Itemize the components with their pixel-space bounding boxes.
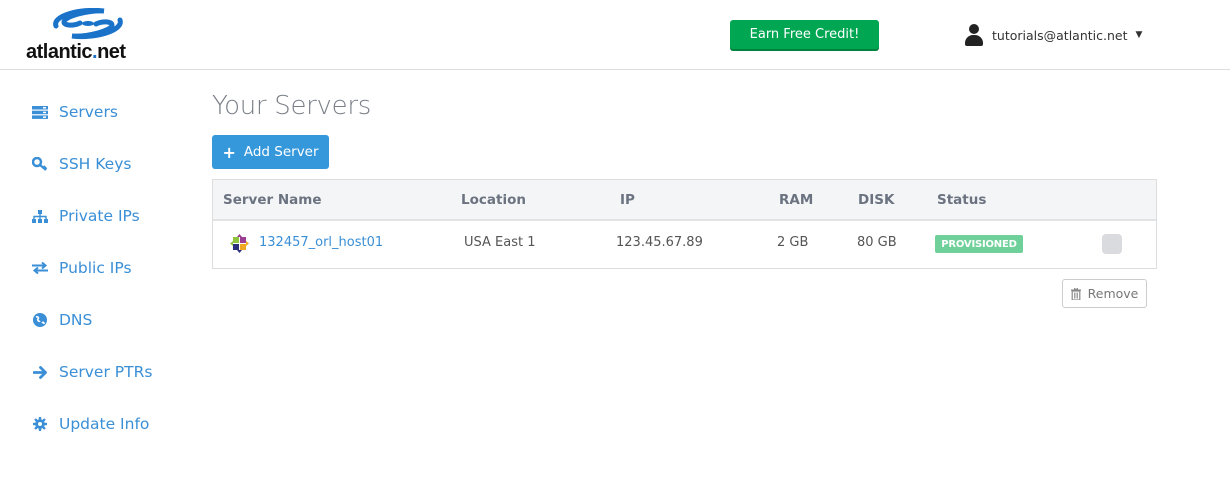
servers-icon: [30, 105, 50, 119]
sidebar-label: Public IPs: [59, 259, 132, 277]
page-title: Your Servers: [212, 91, 371, 121]
globe-icon: [30, 313, 50, 327]
atlantic-net-logo[interactable]: atlantic.net: [26, 8, 151, 64]
server-disk: 80 GB: [857, 235, 897, 250]
column-header-disk[interactable]: DISK: [858, 192, 894, 208]
column-header-server-name[interactable]: Server Name: [223, 192, 321, 208]
logo-text-main: atlantic: [26, 41, 93, 63]
remove-button[interactable]: Remove: [1062, 279, 1147, 308]
status-badge: PROVISIONED: [935, 235, 1023, 253]
sidebar-item-ssh-keys[interactable]: SSH Keys: [30, 138, 190, 190]
server-location: USA East 1: [464, 235, 536, 250]
sidebar-label: Servers: [59, 103, 118, 121]
user-email: tutorials@atlantic.net: [992, 27, 1128, 43]
sidebar-label: Private IPs: [59, 207, 140, 225]
server-name-link[interactable]: 132457_orl_host01: [259, 235, 383, 250]
column-header-status[interactable]: Status: [937, 192, 986, 208]
row-select-checkbox[interactable]: [1102, 234, 1122, 254]
column-header-ram[interactable]: RAM: [779, 192, 813, 208]
column-header-location[interactable]: Location: [461, 192, 526, 208]
sidebar-item-update-info[interactable]: Update Info: [30, 398, 190, 450]
user-icon: [964, 24, 984, 46]
logo-swirl-icon: [53, 8, 123, 40]
exchange-icon: [30, 262, 50, 274]
remove-label: Remove: [1087, 286, 1139, 301]
caret-down-icon: ▼: [1135, 30, 1143, 40]
add-server-label: Add Server: [243, 144, 319, 160]
earn-free-credit-button[interactable]: Earn Free Credit!: [730, 20, 879, 49]
logo-text-tail: net: [97, 41, 126, 63]
server-ip: 123.45.67.89: [616, 235, 703, 250]
servers-table: Server Name Location IP RAM DISK Status …: [212, 179, 1157, 269]
sidebar-item-public-ips[interactable]: Public IPs: [30, 242, 190, 294]
arrow-right-icon: [30, 365, 50, 379]
sidebar-label: Server PTRs: [59, 363, 153, 381]
plus-icon: +: [222, 142, 236, 162]
sidebar-item-private-ips[interactable]: Private IPs: [30, 190, 190, 242]
logo-text: atlantic.net: [26, 41, 126, 64]
sitemap-icon: [30, 209, 50, 223]
key-icon: [30, 157, 50, 171]
table-row: 132457_orl_host01 USA East 1 123.45.67.8…: [213, 221, 1156, 268]
trash-icon: [1070, 287, 1081, 301]
add-server-button[interactable]: + Add Server: [212, 135, 329, 169]
gear-icon: [30, 417, 50, 431]
sidebar-label: SSH Keys: [59, 155, 132, 173]
top-header: atlantic.net Earn Free Credit! tutorials…: [0, 0, 1230, 70]
sidebar-label: DNS: [59, 311, 93, 329]
sidebar-item-servers[interactable]: Servers: [30, 86, 190, 138]
column-header-ip[interactable]: IP: [620, 192, 635, 208]
sidebar-item-server-ptrs[interactable]: Server PTRs: [30, 346, 190, 398]
centos-icon: [230, 234, 249, 253]
table-header: Server Name Location IP RAM DISK Status: [213, 180, 1156, 221]
sidebar-item-dns[interactable]: DNS: [30, 294, 190, 346]
server-ram: 2 GB: [777, 235, 809, 250]
sidebar-nav: Servers SSH Keys Private IPs Public IPs …: [30, 86, 190, 450]
sidebar-label: Update Info: [59, 415, 150, 433]
user-account-menu[interactable]: tutorials@atlantic.net ▼: [964, 24, 1142, 46]
